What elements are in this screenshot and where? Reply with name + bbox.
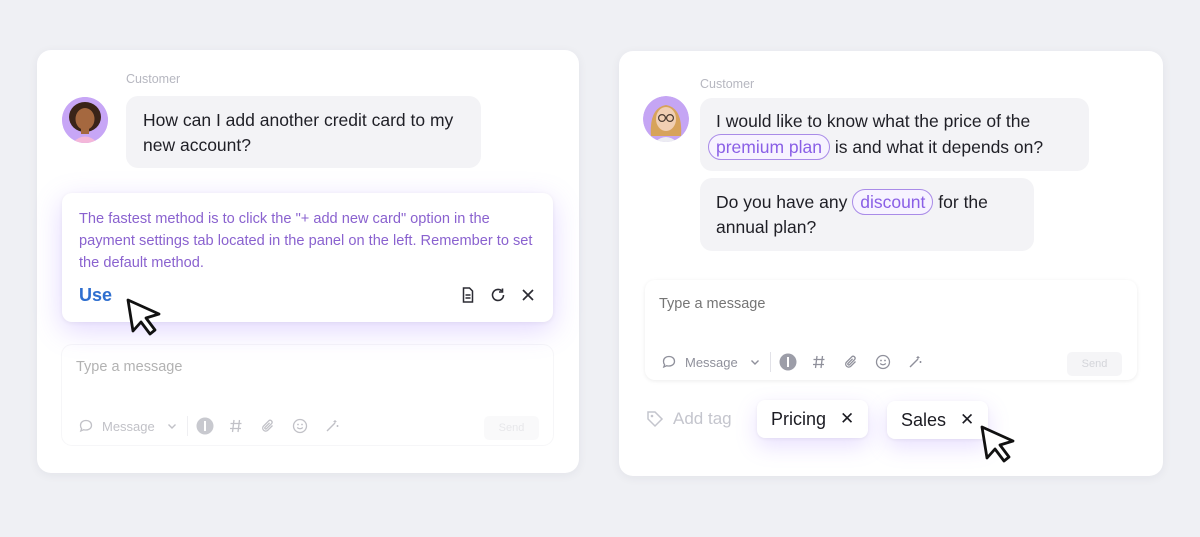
sender-label: Customer <box>700 77 755 91</box>
message-input[interactable] <box>76 359 496 375</box>
close-icon[interactable] <box>519 286 537 304</box>
highlight-chip[interactable]: premium plan <box>708 133 831 160</box>
highlight-chip[interactable]: discount <box>852 189 934 215</box>
paperclip-icon[interactable] <box>260 418 276 434</box>
message-composer[interactable]: Message Send <box>645 280 1137 380</box>
mouse-cursor-icon <box>980 425 1015 463</box>
emoji-icon[interactable] <box>292 418 308 434</box>
tag-pricing[interactable]: Pricing ✕ <box>757 400 869 438</box>
message-text: for the <box>938 192 988 212</box>
remove-tag-icon[interactable]: ✕ <box>840 409 854 429</box>
send-button[interactable]: Send <box>484 416 539 440</box>
divider <box>769 352 771 372</box>
use-suggestion-button[interactable]: Use <box>79 285 112 306</box>
hashtag-icon[interactable] <box>811 354 827 370</box>
message-composer[interactable]: Message Send <box>62 345 553 445</box>
send-button[interactable]: Send <box>1067 352 1122 376</box>
chat-bubble-icon <box>79 419 93 433</box>
chevron-down-icon <box>750 360 759 365</box>
mode-label: Message <box>102 418 155 434</box>
add-tag-label: Add tag <box>673 409 732 428</box>
tag-icon <box>647 411 664 428</box>
message-mode-select[interactable]: Message <box>78 418 179 434</box>
document-icon[interactable] <box>459 286 477 304</box>
customer-message: How can I add another credit card to my … <box>126 96 481 168</box>
remove-tag-icon[interactable]: ✕ <box>960 410 974 430</box>
mode-label: Message <box>685 354 738 370</box>
message-text: I would like to know what the price of t… <box>716 111 1031 131</box>
message-text: Do you have any <box>716 192 848 212</box>
mouse-cursor-icon <box>126 298 161 336</box>
tag-label: Pricing <box>771 408 827 429</box>
hashtag-icon[interactable] <box>228 418 244 434</box>
message-text: annual plan? <box>716 217 817 237</box>
emoji-icon[interactable] <box>875 354 891 370</box>
refresh-icon[interactable] <box>489 286 507 304</box>
suggestion-text: The fastest method is to click the "+ ad… <box>79 211 533 271</box>
magic-wand-icon[interactable] <box>324 418 340 434</box>
message-input[interactable] <box>659 296 1079 312</box>
paperclip-icon[interactable] <box>843 354 859 370</box>
customer-message: I would like to know what the price of t… <box>700 98 1089 171</box>
magic-wand-icon[interactable] <box>907 354 923 370</box>
add-tag-button[interactable]: Add tag <box>645 409 732 429</box>
tag-label: Sales <box>901 409 947 430</box>
chevron-down-icon <box>167 424 176 429</box>
customer-avatar <box>62 97 108 143</box>
customer-message: Do you have any discount for the annual … <box>700 178 1034 251</box>
tag-sales[interactable]: Sales ✕ <box>887 401 989 439</box>
chat-bubble-icon <box>662 355 676 369</box>
message-mode-select[interactable]: Message <box>661 354 762 370</box>
ai-icon[interactable] <box>196 417 214 435</box>
divider <box>186 416 188 436</box>
ai-icon[interactable] <box>779 353 797 371</box>
sender-label: Customer <box>126 72 181 86</box>
customer-avatar <box>643 96 689 142</box>
message-text: is and what it depends on? <box>834 136 1044 157</box>
